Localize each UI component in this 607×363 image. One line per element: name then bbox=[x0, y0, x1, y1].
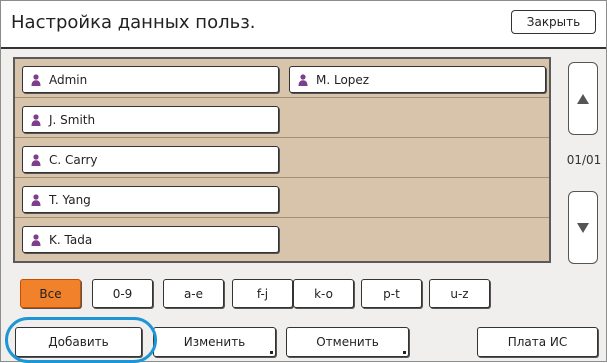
cancel-button-label: Отменить bbox=[316, 335, 379, 349]
user-icon bbox=[31, 233, 41, 246]
ic-card-button[interactable]: Плата ИС bbox=[477, 327, 598, 357]
page-counter: 01/01 bbox=[566, 153, 602, 167]
user-name: Admin bbox=[49, 72, 88, 87]
arrow-up-icon bbox=[577, 89, 589, 108]
corner-marker bbox=[403, 351, 406, 354]
user-button-k-tada[interactable]: K. Tada bbox=[22, 226, 279, 253]
row-divider bbox=[15, 177, 549, 178]
filter-all[interactable]: Все bbox=[20, 279, 81, 308]
user-icon bbox=[298, 73, 308, 86]
row-divider bbox=[15, 137, 549, 138]
user-button-j-smith[interactable]: J. Smith bbox=[22, 106, 279, 133]
user-button-t-yang[interactable]: T. Yang bbox=[22, 186, 279, 213]
user-icon bbox=[31, 193, 41, 206]
filter-k-o[interactable]: k-o bbox=[293, 279, 354, 308]
user-name: K. Tada bbox=[49, 232, 93, 247]
filter-u-z[interactable]: u-z bbox=[429, 279, 490, 308]
edit-button[interactable]: Изменить bbox=[153, 327, 276, 357]
filter-a-e[interactable]: a-e bbox=[163, 279, 224, 308]
user-name: C. Carry bbox=[49, 152, 98, 167]
filter-0-9[interactable]: 0-9 bbox=[92, 279, 153, 308]
ic-card-button-label: Плата ИС bbox=[507, 335, 568, 349]
user-name: M. Lopez bbox=[316, 72, 370, 87]
user-icon bbox=[31, 113, 41, 126]
user-button-c-carry[interactable]: C. Carry bbox=[22, 146, 279, 173]
user-name: T. Yang bbox=[49, 192, 91, 207]
filter-f-j[interactable]: f-j bbox=[232, 279, 293, 308]
add-button-label: Добавить bbox=[48, 335, 109, 349]
filter-p-t[interactable]: p-t bbox=[361, 279, 422, 308]
user-icon bbox=[31, 73, 41, 86]
close-button[interactable]: Закрыть bbox=[511, 10, 596, 34]
row-divider bbox=[15, 217, 549, 218]
scroll-up-button[interactable] bbox=[568, 62, 598, 135]
user-list: Admin M. Lopez J. Smith C. Carry T. Yang… bbox=[13, 57, 551, 263]
page-title: Настройка данных польз. bbox=[11, 12, 256, 33]
add-button[interactable]: Добавить bbox=[15, 327, 142, 357]
row-divider bbox=[15, 97, 549, 98]
user-data-settings-screen: Настройка данных польз. Закрыть Admin M.… bbox=[0, 0, 607, 363]
edit-button-label: Изменить bbox=[183, 335, 246, 349]
user-icon bbox=[31, 153, 41, 166]
corner-marker bbox=[270, 351, 273, 354]
cancel-button[interactable]: Отменить bbox=[286, 327, 409, 357]
header-bar: Настройка данных польз. Закрыть bbox=[1, 1, 606, 49]
scroll-down-button[interactable] bbox=[568, 191, 598, 264]
user-name: J. Smith bbox=[49, 112, 96, 127]
user-button-admin[interactable]: Admin bbox=[22, 66, 279, 93]
arrow-down-icon bbox=[577, 218, 589, 237]
user-button-m-lopez[interactable]: M. Lopez bbox=[289, 66, 546, 93]
